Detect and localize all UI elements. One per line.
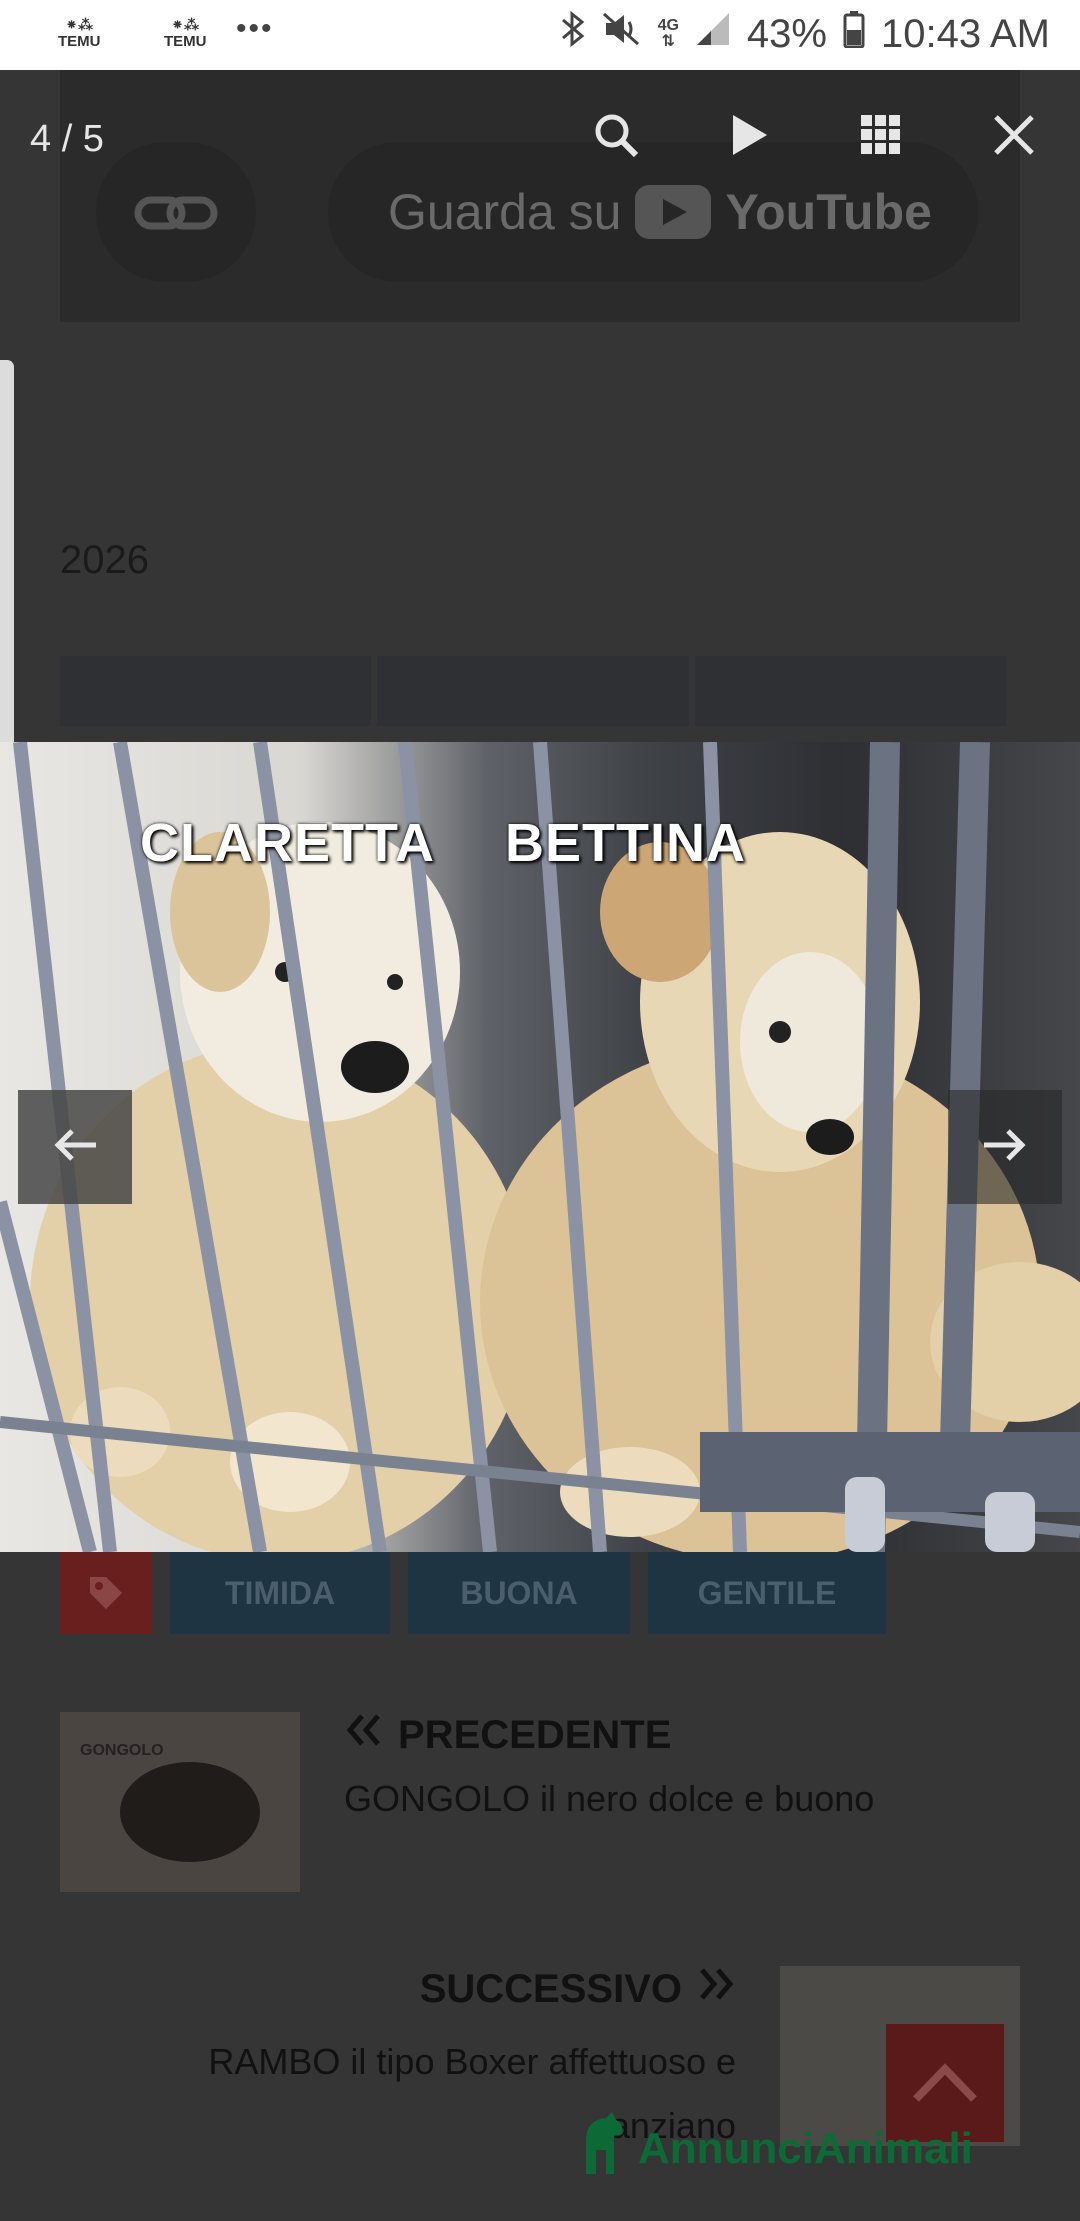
- photo-label-claretta: CLARETTA: [140, 813, 435, 873]
- battery-percent: 43%: [746, 11, 827, 56]
- more-notifications-icon: •••: [236, 12, 274, 45]
- previous-heading: PRECEDENTE: [398, 1712, 672, 1757]
- signal-icon: [695, 11, 731, 57]
- clock: 10:43 AM: [880, 11, 1050, 56]
- gallery-toolbar: [550, 70, 1080, 204]
- site-brand[interactable]: AnnunciAnimali: [578, 2110, 973, 2187]
- thumbnail-grid-button[interactable]: [841, 97, 921, 177]
- bluetooth-icon: [560, 10, 586, 58]
- previous-post-thumbnail[interactable]: GONGOLO: [60, 1712, 300, 1892]
- brand-name: AnnunciAnimali: [638, 2123, 973, 2173]
- close-gallery-button[interactable]: [974, 97, 1054, 177]
- gallery-thumbnail[interactable]: [694, 656, 1006, 726]
- arrow-right-icon: [982, 1127, 1028, 1168]
- image-counter: 4 / 5: [30, 118, 104, 160]
- close-icon: [993, 114, 1035, 161]
- arrow-left-icon: [52, 1127, 98, 1168]
- scroll-handle[interactable]: [0, 360, 14, 780]
- tag-gentile[interactable]: GENTILE: [648, 1552, 886, 1634]
- temu-app-icon-2: ⁕⁂ TEMU: [164, 17, 207, 50]
- search-button[interactable]: [576, 97, 656, 177]
- mute-icon: [602, 10, 642, 58]
- copy-link-button[interactable]: [96, 142, 256, 282]
- gallery-thumbnails: [60, 656, 1006, 726]
- post-year: 2026: [60, 538, 149, 582]
- battery-icon: [843, 10, 865, 58]
- next-post-link[interactable]: SUCCESSIVO: [420, 1966, 736, 2012]
- slideshow-play-button[interactable]: [709, 97, 789, 177]
- search-icon: [592, 111, 640, 164]
- gallery-thumbnail[interactable]: [377, 656, 689, 726]
- tag-icon: [60, 1552, 152, 1634]
- previous-post-link[interactable]: PRECEDENTE: [344, 1712, 671, 1758]
- temu-app-icon: ⁕⁂ TEMU: [58, 17, 101, 50]
- next-heading: SUCCESSIVO: [419, 1966, 682, 2011]
- tag-buona[interactable]: BUONA: [408, 1552, 630, 1634]
- previous-post-title[interactable]: GONGOLO il nero dolce e buono: [344, 1778, 874, 1820]
- play-icon: [729, 113, 769, 162]
- tag-list: TIMIDA BUONA GENTILE: [60, 1552, 886, 1634]
- gallery-thumbnail[interactable]: [60, 656, 372, 726]
- status-bar: ⁕⁂ TEMU ⁕⁂ TEMU ••• 4G ⇅ 43% 10:43 AM: [0, 0, 1080, 70]
- animal-logo-icon: [578, 2110, 628, 2187]
- double-chevron-left-icon: [344, 1712, 384, 1758]
- network-type: 4G ⇅: [657, 17, 679, 50]
- previous-image-button[interactable]: [18, 1090, 132, 1204]
- double-chevron-right-icon: [696, 1966, 736, 2012]
- gallery-photo[interactable]: CLARETTA BETTINA: [0, 742, 1080, 1552]
- status-icons: 4G ⇅ 43% 10:43 AM: [560, 10, 1050, 58]
- photo-label-bettina: BETTINA: [505, 813, 746, 873]
- grid-icon: [860, 114, 902, 161]
- tag-timida[interactable]: TIMIDA: [170, 1552, 390, 1634]
- next-image-button[interactable]: [948, 1090, 1062, 1204]
